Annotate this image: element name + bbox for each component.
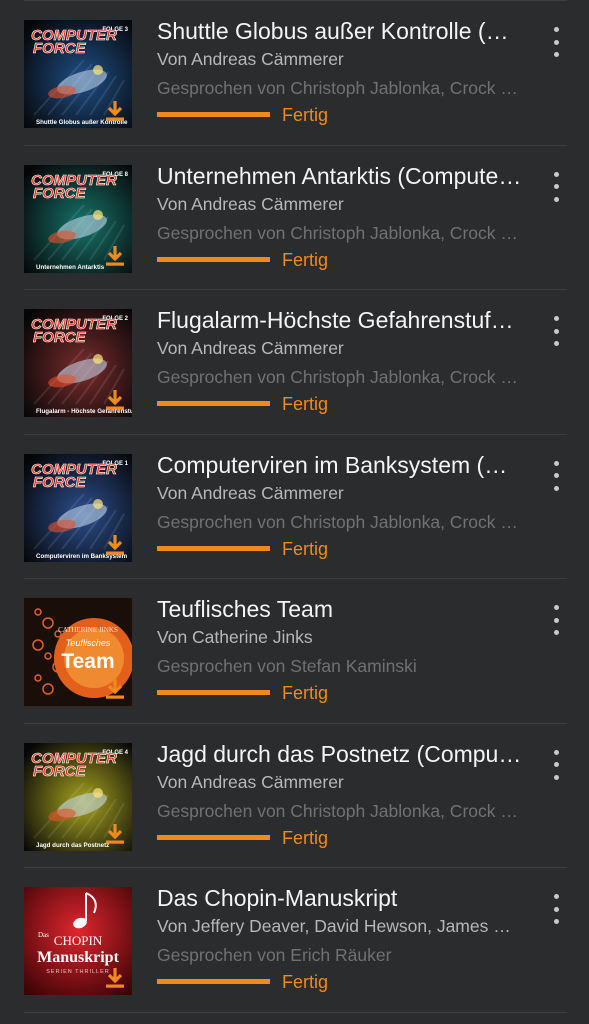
progress-bar <box>157 690 270 695</box>
cover-title-article: Das <box>38 931 49 939</box>
cover-caption: Unternehmen Antarktis <box>36 264 105 271</box>
progress-bar <box>157 979 270 984</box>
progress-bar-fill <box>157 545 270 551</box>
progress-bar-fill <box>157 401 270 406</box>
book-title: Computerviren im Banksystem (Computer Fo… <box>157 451 522 478</box>
audiobook-list-item[interactable]: Das CHOPIN Manuskript SERIEN THRILLER Das C… <box>24 868 567 1013</box>
download-status: Fertig <box>157 246 522 274</box>
book-title: Unternehmen Antarktis (Computer Force 8) <box>157 162 522 189</box>
downloaded-icon <box>106 390 124 410</box>
more-options-icon[interactable] <box>549 171 563 202</box>
cover-title-line1: CHOPIN <box>54 933 103 948</box>
progress-bar <box>157 112 270 117</box>
cover-series-logo-line2: FORCE <box>33 185 86 202</box>
more-options-icon[interactable] <box>549 316 563 346</box>
book-cover[interactable]: FOLGE 8 COMPUTER FORCE Unternehmen Antarkti… <box>24 164 132 273</box>
cover-caption: Jagd durch das Postnetz <box>36 842 109 849</box>
cover-author: CATHERINE JINKS <box>58 626 118 634</box>
downloaded-icon <box>106 679 124 699</box>
cover-series-logo-line2: FORCE <box>33 763 86 780</box>
progress-bar-fill <box>157 112 270 117</box>
book-cover[interactable]: FOLGE 3 COMPUTER FORCE Shuttle Globus außer… <box>24 20 132 128</box>
book-meta: Teuflisches Team Von Catherine Jinks Ges… <box>157 593 522 707</box>
cover-title-line1: Teuflisches <box>66 638 111 648</box>
progress-bar <box>157 256 270 262</box>
book-narrator: Gesprochen von Stefan Kaminski <box>157 656 417 676</box>
more-options-icon[interactable] <box>549 27 563 57</box>
cover-series-logo-line2: FORCE <box>33 474 86 491</box>
book-narrator: Gesprochen von Christoph Jablonka, Crock… <box>157 78 522 98</box>
status-label: Fertig <box>282 249 329 270</box>
status-label: Fertig <box>282 827 329 848</box>
cover-title-line2: Team <box>61 650 114 673</box>
progress-bar <box>157 401 270 406</box>
status-label: Fertig <box>282 972 329 992</box>
more-options-icon[interactable] <box>549 605 563 635</box>
book-cover[interactable]: CATHERINE JINKS Teuflisches Team <box>24 598 132 706</box>
book-meta: Flugalarm-Höchste Gefahrenstufe (Compute… <box>157 304 522 418</box>
book-narrator: Gesprochen von Christoph Jablonka, Crock… <box>157 800 522 821</box>
book-meta: Jagd durch das Postnetz (Computer Force … <box>157 738 522 852</box>
cover-title-line2: Manuskript <box>37 949 119 966</box>
download-status: Fertig <box>157 535 522 563</box>
more-options-icon[interactable] <box>549 460 563 491</box>
progress-bar-fill <box>157 979 270 984</box>
book-meta: Das Chopin-Manuskript Von Jeffery Deaver… <box>157 882 522 996</box>
cover-series-logo-line2: FORCE <box>33 329 86 346</box>
downloaded-icon <box>106 245 124 266</box>
download-status: Fertig <box>157 390 522 418</box>
download-status: Fertig <box>157 101 522 129</box>
book-narrator: Gesprochen von Erich Räuker <box>157 945 392 965</box>
book-author: Von Catherine Jinks <box>157 627 313 647</box>
cover-series-logo-line2: FORCE <box>33 40 86 57</box>
book-meta: Shuttle Globus außer Kontrolle (Computer… <box>157 15 522 129</box>
downloaded-icon <box>106 534 124 555</box>
status-label: Fertig <box>282 683 329 703</box>
status-label: Fertig <box>282 394 329 414</box>
audiobook-list-item[interactable]: FOLGE 2 COMPUTER FORCE Flugalarm - Höchste … <box>24 290 567 435</box>
download-status: Fertig <box>157 824 522 852</box>
audiobook-list-item[interactable]: FOLGE 8 COMPUTER FORCE Unternehmen Antarkti… <box>24 146 567 290</box>
book-title: Das Chopin-Manuskript <box>157 885 398 911</box>
book-author: Von Andreas Cämmerer <box>157 49 344 69</box>
book-title: Jagd durch das Postnetz (Computer Force … <box>157 740 522 767</box>
cover-caption: SERIEN THRILLER <box>46 969 110 975</box>
book-author: Von Andreas Cämmerer <box>157 338 344 358</box>
book-narrator: Gesprochen von Christoph Jablonka, Crock… <box>157 367 522 387</box>
audiobook-list: FOLGE 3 COMPUTER FORCE Shuttle Globus außer… <box>0 1 589 1013</box>
book-cover[interactable]: Das CHOPIN Manuskript SERIEN THRILLER <box>24 887 132 995</box>
book-narrator: Gesprochen von Christoph Jablonka, Crock… <box>157 511 522 532</box>
book-author: Von Jeffery Deaver, David Hewson, James … <box>157 916 522 936</box>
downloaded-icon <box>106 823 124 844</box>
book-author: Von Andreas Cämmerer <box>157 193 344 214</box>
book-author: Von Andreas Cämmerer <box>157 482 344 503</box>
downloaded-icon <box>106 101 124 121</box>
more-options-icon[interactable] <box>549 749 563 780</box>
book-cover[interactable]: FOLGE 4 COMPUTER FORCE Jagd durch das Postn… <box>24 742 132 851</box>
book-title: Flugalarm-Höchste Gefahrenstufe (Compute… <box>157 307 522 333</box>
more-options-icon[interactable] <box>549 894 563 924</box>
audiobook-list-item[interactable]: CATHERINE JINKS Teuflisches Team Teuflisch… <box>24 579 567 724</box>
audiobook-list-item[interactable]: FOLGE 4 COMPUTER FORCE Jagd durch das Postn… <box>24 724 567 868</box>
book-meta: Computerviren im Banksystem (Computer Fo… <box>157 449 522 563</box>
book-cover[interactable]: FOLGE 2 COMPUTER FORCE Flugalarm - Höchste … <box>24 309 132 417</box>
status-label: Fertig <box>282 105 329 125</box>
audiobook-list-item[interactable]: FOLGE 3 COMPUTER FORCE Shuttle Globus außer… <box>24 1 567 146</box>
book-title: Shuttle Globus außer Kontrolle (Computer… <box>157 18 522 44</box>
progress-bar-fill <box>157 690 270 695</box>
download-status: Fertig <box>157 679 522 707</box>
download-status: Fertig <box>157 968 522 996</box>
progress-bar <box>157 834 270 840</box>
book-meta: Unternehmen Antarktis (Computer Force 8)… <box>157 160 522 274</box>
book-author: Von Andreas Cämmerer <box>157 771 344 792</box>
book-cover[interactable]: FOLGE 1 COMPUTER FORCE Computerviren im Ban… <box>24 453 132 562</box>
progress-bar-fill <box>157 256 270 262</box>
audiobook-list-item[interactable]: FOLGE 1 COMPUTER FORCE Computerviren im Ban… <box>24 435 567 579</box>
downloaded-icon <box>106 968 124 988</box>
status-label: Fertig <box>282 538 329 559</box>
progress-bar <box>157 545 270 551</box>
book-narrator: Gesprochen von Christoph Jablonka, Crock… <box>157 222 522 243</box>
progress-bar-fill <box>157 834 270 840</box>
book-title: Teuflisches Team <box>157 596 333 622</box>
